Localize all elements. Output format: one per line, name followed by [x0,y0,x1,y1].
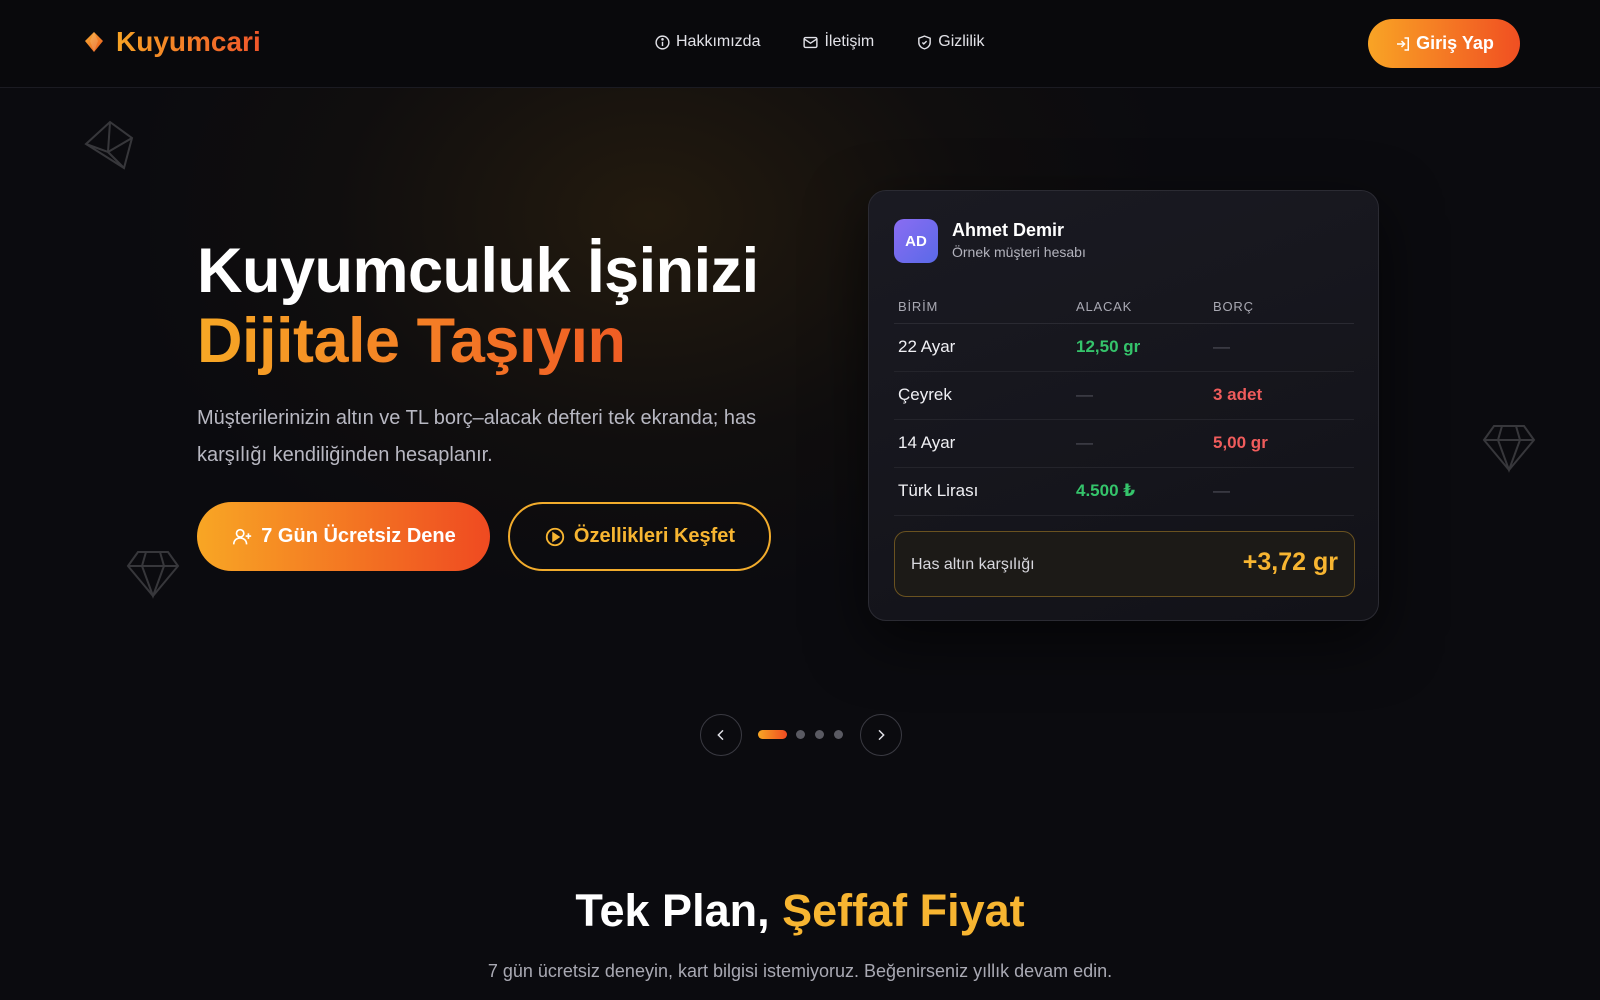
ledger-table: BİRİM ALACAK BORÇ 22 Ayar 12,50 gr — Çey… [894,291,1354,516]
nav-item-contact[interactable]: İletişim [802,33,874,51]
login-icon [1397,36,1410,51]
play-circle-icon [545,527,565,546]
column-header-receivable: ALACAK [1072,291,1209,324]
main-nav: Hakkımızda İletişim Gizlilik [654,33,984,51]
top-navbar: Kuyumcari Hakkımızda İletişim Gizlilik G… [0,0,1600,88]
table-row: 14 Ayar — 5,00 gr [894,419,1354,468]
table-row: 22 Ayar 12,50 gr — [894,323,1354,372]
table-row: Çeyrek — 3 adet [894,371,1354,420]
table-header-row: BİRİM ALACAK BORÇ [894,291,1354,324]
column-header-debt: BORÇ [1209,291,1354,324]
cell-unit: Çeyrek [894,371,1072,420]
nav-item-label: İletişim [824,33,875,50]
cell-receivable: 12,50 gr [1072,323,1209,372]
pricing-title: Tek Plan, Şeffaf Fiyat [0,885,1600,937]
chevron-right-icon [878,729,885,741]
pricing-title-part1: Tek Plan, [575,885,783,936]
brand-logo[interactable]: Kuyumcari [82,26,261,58]
customer-ledger-card: AD Ahmet Demir Örnek müşteri hesabı BİRİ… [868,190,1379,621]
hero-title-line2: Dijitale Taşıyın [197,306,759,376]
decorative-diamond-icon [1482,425,1536,473]
slider-controls [700,714,902,756]
cell-debt: — [1209,323,1354,372]
slider-dot[interactable] [815,730,824,739]
mail-icon [803,36,819,48]
login-label: Giriş Yap [1416,33,1494,53]
hero-title: Kuyumculuk İşinizi Dijitale Taşıyın [197,236,759,376]
explore-features-button[interactable]: Özellikleri Keşfet [508,502,771,571]
column-header-unit: BİRİM [894,291,1072,324]
decorative-prism-icon [84,120,134,170]
cell-debt: 3 adet [1209,371,1354,420]
hero-description: Müşterilerinizin altın ve TL borç–alacak… [197,407,757,466]
explore-features-label: Özellikleri Keşfet [573,525,736,547]
hero-title-line1: Kuyumculuk İşinizi [197,236,759,306]
pricing-subtitle: 7 gün ücretsiz deneyin, kart bilgisi ist… [487,961,1113,981]
cell-receivable: — [1072,371,1209,420]
customer-name: Ahmet Demir [952,220,1065,240]
slider-dot[interactable] [796,730,805,739]
cell-unit: 14 Ayar [894,419,1072,468]
cell-receivable: — [1072,419,1209,468]
info-icon [655,34,670,50]
cell-debt: 5,00 gr [1209,419,1354,468]
login-button[interactable]: Giriş Yap [1368,19,1520,68]
avatar: AD [894,219,938,263]
slider-next-button[interactable] [860,714,902,756]
chevron-left-icon [717,729,724,741]
cell-unit: Türk Lirası [894,467,1072,516]
has-gold-summary: Has altın karşılığı +3,72 gr [894,531,1355,597]
shield-icon [918,34,932,50]
free-trial-button[interactable]: 7 Gün Ücretsiz Dene [197,502,490,571]
cell-debt: — [1209,467,1354,516]
nav-item-label: Gizlilik [938,33,985,50]
free-trial-label: 7 Gün Ücretsiz Dene [261,525,456,547]
decorative-diamond-icon [126,551,180,599]
nav-item-privacy[interactable]: Gizlilik [916,33,984,51]
summary-value: +3,72 gr [1242,548,1338,576]
nav-item-about[interactable]: Hakkımızda [654,33,760,51]
slider-dot[interactable] [758,730,787,739]
pricing-title-highlight: Şeffaf Fiyat [782,885,1025,936]
add-user-icon [233,528,252,544]
slider-dot[interactable] [834,730,843,739]
summary-label: Has altın karşılığı [911,556,1035,573]
customer-subtitle: Örnek müşteri hesabı [952,244,1086,260]
slider-prev-button[interactable] [700,714,742,756]
brand-name: Kuyumcari [116,26,261,57]
gem-icon [85,32,103,52]
cell-unit: 22 Ayar [894,323,1072,372]
table-row: Türk Lirası 4.500 ₺ — [894,467,1354,516]
cell-receivable: 4.500 ₺ [1072,467,1209,516]
nav-item-label: Hakkımızda [676,33,761,50]
